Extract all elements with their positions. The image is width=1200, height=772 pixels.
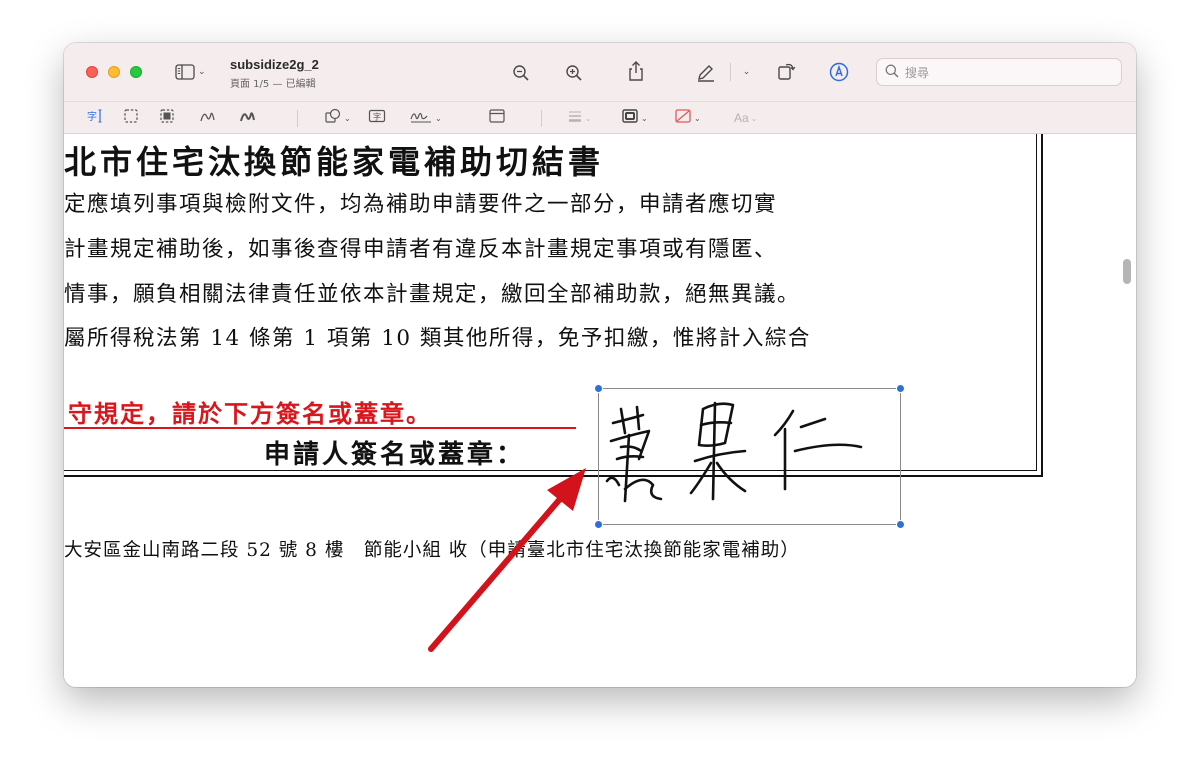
border-color-icon xyxy=(621,108,639,128)
shapes-tool[interactable]: ⌄ xyxy=(324,108,351,128)
share-icon xyxy=(627,60,645,82)
search-icon xyxy=(885,63,899,82)
markup-divider xyxy=(541,110,542,127)
notice-underline xyxy=(64,427,576,429)
title-bar: ⌄ subsidize2g_2 頁面 1/5 — 已編輯 ⌄ 搜尋 xyxy=(64,43,1136,101)
sign-icon xyxy=(409,108,433,128)
draw-tool[interactable] xyxy=(239,109,257,127)
share-button[interactable] xyxy=(625,59,647,83)
note-tool[interactable] xyxy=(488,109,506,127)
chevron-down-icon: ⌄ xyxy=(585,113,592,123)
signature-label: 申請人簽名或蓋章： xyxy=(264,440,526,470)
border-color-tool[interactable]: ⌄ xyxy=(621,109,648,127)
chevron-down-icon: ⌄ xyxy=(641,113,648,123)
text-style-label: Aa xyxy=(734,111,749,125)
rotate-icon xyxy=(776,61,796,81)
rotate-button[interactable] xyxy=(775,60,797,82)
document-status: 頁面 1/5 — 已編輯 xyxy=(230,79,316,90)
resize-handle-top-left[interactable] xyxy=(594,384,603,393)
chevron-down-icon: ⌄ xyxy=(694,113,701,123)
search-placeholder: 搜尋 xyxy=(905,65,930,80)
resize-handle-bottom-right[interactable] xyxy=(896,520,905,529)
sidebar-toggle-button[interactable]: ⌄ xyxy=(175,62,206,82)
redact-tool[interactable] xyxy=(159,109,175,127)
zoom-out-icon xyxy=(512,64,530,82)
vertical-scrollbar[interactable] xyxy=(1123,259,1131,284)
signature-notice: 守規定，請於下方簽名或蓋章。 xyxy=(68,399,432,428)
sidebar-icon xyxy=(175,64,195,80)
handwritten-signature xyxy=(605,401,863,503)
zoom-in-button[interactable] xyxy=(563,62,585,84)
close-window-button[interactable] xyxy=(86,66,98,78)
chevron-down-icon: ⌄ xyxy=(742,67,751,77)
shapes-icon xyxy=(324,108,342,128)
rectangular-selection-icon xyxy=(123,108,139,128)
line-style-icon xyxy=(567,108,583,128)
fullscreen-window-button[interactable] xyxy=(130,66,142,78)
document-line: 屬所得稅法第 14 條第 1 項第 10 類其他所得，免予扣繳，惟將計入綜合 xyxy=(64,326,811,351)
text-selection-tool[interactable]: 字 xyxy=(86,109,104,127)
chevron-down-icon: ⌄ xyxy=(750,113,758,123)
markup-button[interactable] xyxy=(828,61,850,83)
fill-color-icon xyxy=(674,108,692,128)
document-canvas[interactable]: 北市住宅汰換節能家電補助切結書 定應填列事項與檢附文件，均為補助申請要件之一部分… xyxy=(64,134,1136,687)
minimize-window-button[interactable] xyxy=(108,66,120,78)
rectangular-selection-tool[interactable] xyxy=(123,109,139,127)
draw-icon xyxy=(239,108,257,128)
svg-text:字: 字 xyxy=(87,110,97,123)
text-box-icon: 字 xyxy=(368,108,386,128)
markup-toolbar: 字 ⌄ 字 ⌄ ⌄ ⌄ ⌄ Aa ⌄ xyxy=(64,101,1136,134)
line-style-tool[interactable]: ⌄ xyxy=(567,109,592,127)
toolbar-divider xyxy=(730,63,731,81)
search-field[interactable]: 搜尋 xyxy=(876,58,1122,86)
resize-handle-bottom-left[interactable] xyxy=(594,520,603,529)
document-heading: 北市住宅汰換節能家電補助切結書 xyxy=(64,143,605,181)
zoom-out-button[interactable] xyxy=(510,62,532,84)
signature-annotation[interactable] xyxy=(594,384,905,529)
document-footer: 大安區金山南路二段 52 號 8 樓 節能小組 收（申請臺北市住宅汰換節能家電補… xyxy=(64,540,800,561)
sketch-icon xyxy=(199,108,217,128)
document-line: 定應填列事項與檢附文件，均為補助申請要件之一部分，申請者應切實 xyxy=(64,192,778,217)
svg-text:字: 字 xyxy=(373,112,381,122)
chevron-down-icon: ⌄ xyxy=(435,113,442,123)
text-style-tool[interactable]: Aa ⌄ xyxy=(734,109,757,127)
markup-divider xyxy=(297,110,298,127)
note-icon xyxy=(488,108,506,128)
highlight-pen-icon xyxy=(695,62,717,82)
document-line: 情事，願負相關法律責任並依本計畫規定，繳回全部補助款，絕無異議。 xyxy=(64,282,801,307)
highlight-button[interactable] xyxy=(694,61,718,83)
markup-icon xyxy=(829,62,849,82)
resize-handle-top-right[interactable] xyxy=(896,384,905,393)
preview-window: ⌄ subsidize2g_2 頁面 1/5 — 已編輯 ⌄ 搜尋 字 ⌄ 字 … xyxy=(64,43,1136,687)
document-title: subsidize2g_2 xyxy=(230,57,319,72)
redact-icon xyxy=(159,108,175,128)
chevron-down-icon: ⌄ xyxy=(198,67,206,77)
text-selection-icon: 字 xyxy=(86,108,104,128)
fill-color-tool[interactable]: ⌄ xyxy=(674,109,701,127)
chevron-down-icon: ⌄ xyxy=(344,113,351,123)
zoom-in-icon xyxy=(565,64,583,82)
document-line: 計畫規定補助後，如事後查得申請者有違反本計畫規定事項或有隱匿、 xyxy=(64,237,778,262)
sign-tool[interactable]: ⌄ xyxy=(409,109,442,127)
text-box-tool[interactable]: 字 xyxy=(368,109,386,127)
highlight-options-button[interactable]: ⌄ xyxy=(738,64,752,80)
sketch-tool[interactable] xyxy=(199,109,217,127)
